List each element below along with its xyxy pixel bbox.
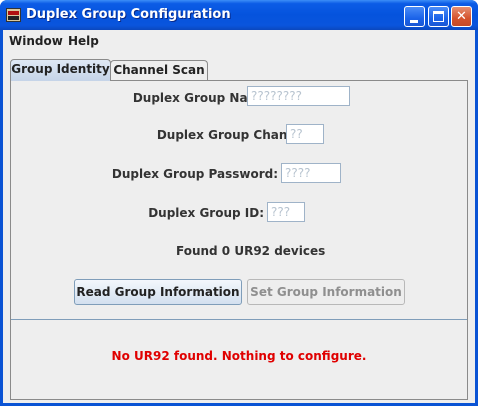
set-group-information-button[interactable]: Set Group Information bbox=[247, 279, 405, 305]
duplex-group-password-field[interactable] bbox=[281, 163, 341, 183]
close-icon: ✕ bbox=[456, 9, 467, 24]
duplex-group-id-label: Duplex Group ID: bbox=[148, 206, 264, 220]
group-identity-panel: Duplex Group Name: Duplex Group Channel:… bbox=[10, 80, 468, 400]
duplex-group-password-label: Duplex Group Password: bbox=[111, 167, 278, 181]
minimize-button[interactable] bbox=[404, 6, 425, 27]
title-bar[interactable]: Duplex Group Configuration ✕ bbox=[0, 0, 478, 30]
devices-found-status: Found 0 UR92 devices bbox=[176, 244, 326, 258]
duplex-group-name-field[interactable] bbox=[247, 86, 350, 106]
window-title: Duplex Group Configuration bbox=[26, 7, 231, 22]
app-icon[interactable] bbox=[6, 8, 21, 22]
close-button[interactable]: ✕ bbox=[451, 6, 472, 27]
maximize-icon bbox=[433, 11, 444, 22]
app-window: Duplex Group Configuration ✕ Window Help… bbox=[0, 0, 478, 406]
menu-help[interactable]: Help bbox=[68, 34, 99, 48]
tab-group-identity[interactable]: Group Identity bbox=[10, 59, 111, 81]
menu-window[interactable]: Window bbox=[9, 34, 63, 48]
tab-channel-scan[interactable]: Channel Scan bbox=[110, 60, 208, 81]
client-area: Window Help Group Identity Channel Scan … bbox=[3, 30, 475, 403]
read-group-information-button[interactable]: Read Group Information bbox=[74, 279, 242, 305]
duplex-group-id-field[interactable] bbox=[267, 202, 305, 222]
minimize-icon bbox=[410, 20, 418, 23]
error-message: No UR92 found. Nothing to configure. bbox=[111, 349, 367, 363]
maximize-button[interactable] bbox=[428, 6, 449, 27]
duplex-group-channel-field[interactable] bbox=[286, 124, 324, 144]
panel-divider bbox=[11, 319, 467, 320]
menu-bar: Window Help bbox=[3, 30, 475, 52]
